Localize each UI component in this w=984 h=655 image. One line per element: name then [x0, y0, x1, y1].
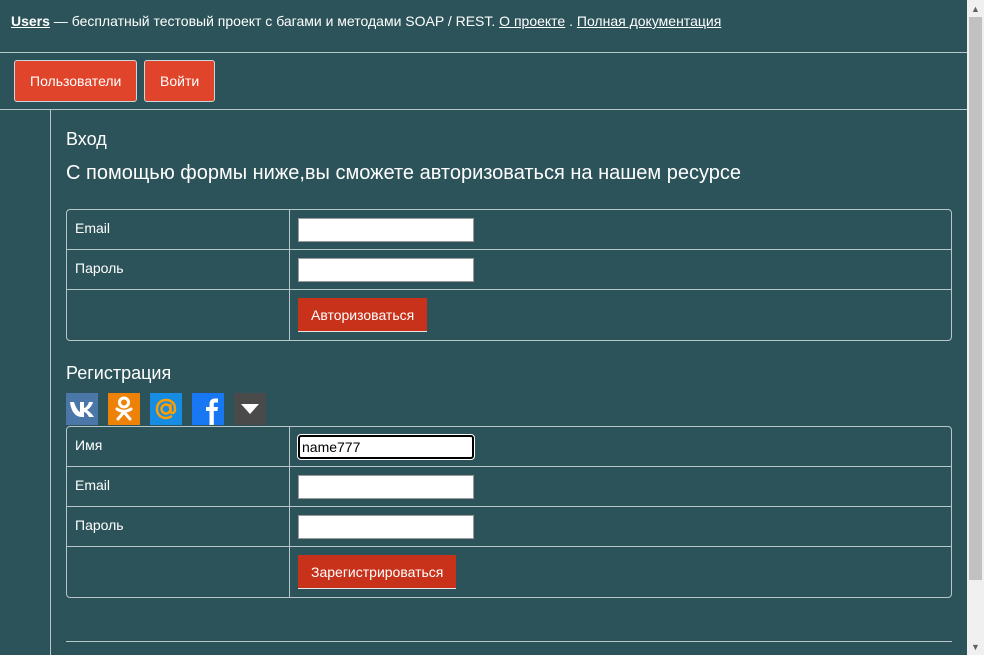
scroll-up-arrow-icon[interactable]: ▲: [967, 0, 984, 17]
register-name-input[interactable]: [298, 435, 474, 459]
register-email-label: Email: [67, 467, 290, 507]
register-password-input[interactable]: [298, 515, 474, 539]
login-password-label: Пароль: [67, 250, 290, 290]
login-email-input[interactable]: [298, 218, 474, 242]
login-heading: Вход: [66, 129, 107, 149]
top-bar: Users — бесплатный тестовый проект с баг…: [0, 0, 967, 53]
odnoklassniki-icon[interactable]: [108, 393, 140, 425]
register-name-row: Имя: [67, 427, 951, 467]
login-intro: С помощью формы ниже,вы сможете авторизо…: [66, 162, 741, 184]
register-password-label: Пароль: [67, 507, 290, 547]
register-email-input[interactable]: [298, 475, 474, 499]
login-nav-button[interactable]: Войти: [144, 60, 216, 102]
register-submit-button[interactable]: Зарегистрироваться: [298, 555, 457, 589]
register-submit-row: Зарегистрироваться: [67, 547, 951, 597]
register-heading: Регистрация: [66, 363, 172, 383]
register-form: Имя Email Пароль Зарегистрироваться: [66, 426, 952, 598]
scroll-down-arrow-icon[interactable]: ▼: [967, 638, 984, 655]
login-email-row: Email: [67, 210, 951, 250]
login-submit-row: Авторизоваться: [67, 290, 951, 340]
site-description: — бесплатный тестовый проект с багами и …: [49, 13, 500, 29]
vertical-scrollbar[interactable]: ▲ ▼: [967, 0, 984, 655]
bottom-divider: [66, 641, 952, 642]
login-password-row: Пароль: [67, 250, 951, 290]
nav-bar: Пользователи Войти: [0, 53, 967, 110]
register-email-row: Email: [67, 467, 951, 507]
vk-icon[interactable]: [66, 393, 98, 425]
scrollbar-thumb[interactable]: [969, 17, 982, 580]
register-name-label: Имя: [67, 427, 290, 467]
register-password-row: Пароль: [67, 507, 951, 547]
facebook-icon[interactable]: [192, 393, 224, 425]
more-icon[interactable]: [234, 393, 266, 425]
documentation-link[interactable]: Полная документация: [577, 13, 721, 29]
brand-link[interactable]: Users: [11, 13, 50, 29]
site-header-line: Users — бесплатный тестовый проект с баг…: [11, 13, 721, 29]
users-button[interactable]: Пользователи: [14, 60, 138, 102]
login-submit-button[interactable]: Авторизоваться: [298, 298, 428, 332]
sidebar-divider: [50, 110, 51, 655]
about-link[interactable]: О проекте: [499, 13, 565, 29]
login-email-label: Email: [67, 210, 290, 250]
separator: .: [565, 13, 577, 29]
login-form: Email Пароль Авторизоваться: [66, 209, 952, 341]
login-password-input[interactable]: [298, 258, 474, 282]
mailru-icon[interactable]: [150, 393, 182, 425]
